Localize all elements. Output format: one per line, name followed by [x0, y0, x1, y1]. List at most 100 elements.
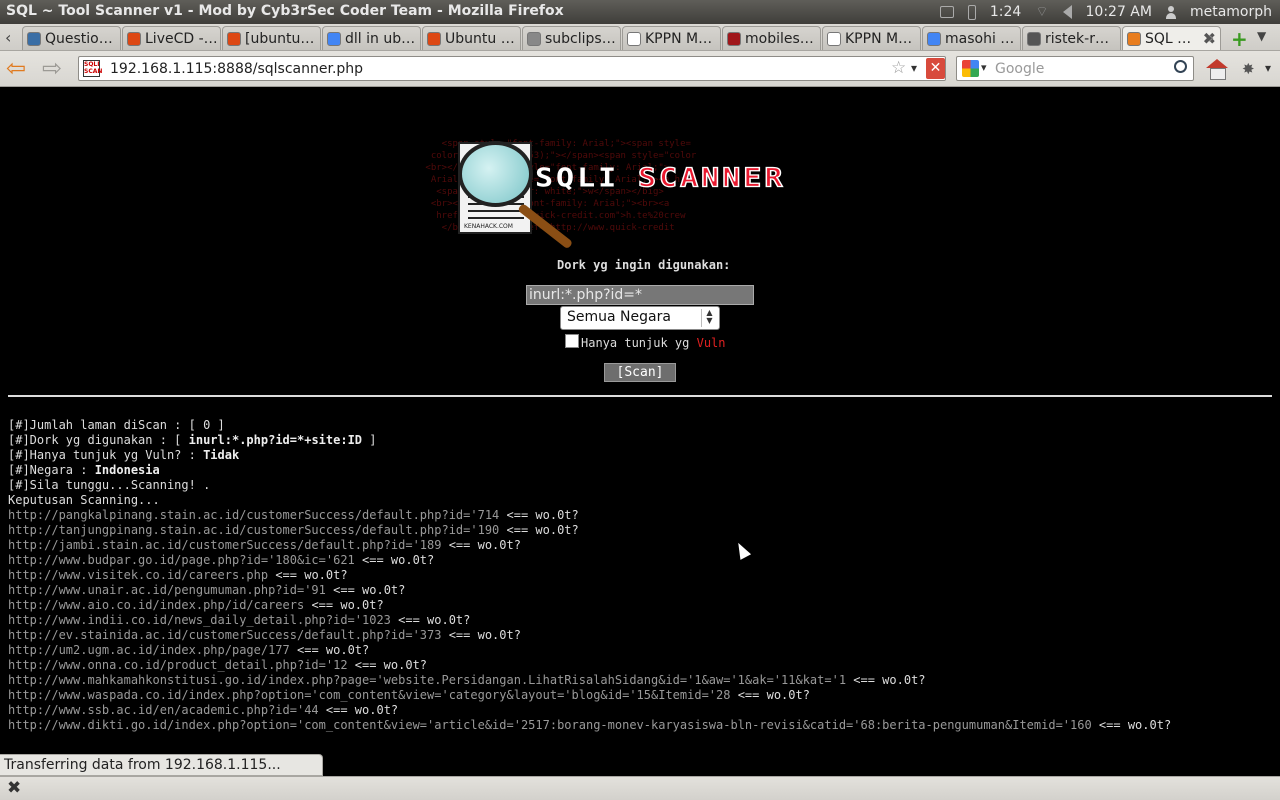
logo-word-scanner: SCANNER: [637, 163, 786, 194]
toolbar-menu-chevron-icon[interactable]: ▾: [1265, 61, 1271, 75]
dork-input[interactable]: [526, 285, 754, 305]
result-url[interactable]: http://www.ssb.ac.id/en/academic.php?id=…: [8, 703, 319, 717]
url-bar[interactable]: SQLI SCAN 192.168.1.115:8888/sqlscanner.…: [78, 56, 946, 81]
tab-scroll-right-icon[interactable]: ›: [1208, 28, 1214, 47]
result-url[interactable]: http://www.visitek.co.id/careers.php: [8, 568, 268, 582]
tab-label: KPPN M…: [845, 30, 913, 47]
close-addon-bar-icon[interactable]: ✖: [7, 778, 21, 798]
tab-favicon-icon: [27, 31, 41, 46]
summary-pages: [#]Jumlah laman diScan : [ 0 ]: [8, 418, 225, 432]
new-tab-icon[interactable]: +: [1231, 27, 1248, 51]
status-bar: Transferring data from 192.168.1.115...: [0, 754, 323, 776]
tab-favicon-icon: [827, 31, 841, 46]
tab-scroll-left-icon[interactable]: ‹: [5, 28, 11, 47]
user-name[interactable]: metamorph: [1190, 4, 1272, 20]
volume-icon[interactable]: [1062, 5, 1072, 19]
result-row: http://tanjungpinang.stain.ac.id/custome…: [8, 523, 1171, 538]
google-engine-icon[interactable]: [962, 60, 979, 77]
tab-favicon-icon: [127, 31, 141, 46]
summary-wait: [#]Sila tunggu...Scanning! .: [8, 478, 211, 492]
tab-2[interactable]: [ubuntu…: [222, 26, 321, 50]
result-url[interactable]: http://www.unair.ac.id/pengumuman.php?id…: [8, 583, 326, 597]
tab-label: KPPN M…: [645, 30, 713, 47]
result-url[interactable]: http://jambi.stain.ac.id/customerSuccess…: [8, 538, 441, 552]
tab-favicon-icon: [927, 31, 941, 46]
url-text[interactable]: 192.168.1.115:8888/sqlscanner.php: [110, 61, 363, 77]
summary-dork-prefix: [#]Dork yg digunakan : [: [8, 433, 189, 447]
tab-7[interactable]: mobiles…: [722, 26, 821, 50]
mail-icon[interactable]: [939, 6, 954, 18]
tab-11[interactable]: SQL … ✖: [1122, 26, 1221, 50]
tab-5[interactable]: subclips…: [522, 26, 621, 50]
tab-8[interactable]: KPPN M…: [822, 26, 921, 50]
search-icon[interactable]: [1174, 60, 1187, 73]
result-url[interactable]: http://ev.stainida.ac.id/customerSuccess…: [8, 628, 441, 642]
result-row: http://pangkalpinang.stain.ac.id/custome…: [8, 508, 1171, 523]
result-url[interactable]: http://www.dikti.go.id/index.php?option=…: [8, 718, 1092, 732]
tab-label: Ubuntu …: [445, 30, 515, 47]
result-row: http://www.dikti.go.id/index.php?option=…: [8, 718, 1171, 733]
result-url[interactable]: http://tanjungpinang.stain.ac.id/custome…: [8, 523, 499, 537]
stop-icon[interactable]: ✕: [926, 58, 945, 79]
result-url[interactable]: http://www.onna.co.id/product_detail.php…: [8, 658, 348, 672]
battery-icon[interactable]: [967, 4, 976, 20]
result-marker: <== wo.0t?: [268, 568, 348, 582]
summary-country-value: Indonesia: [94, 463, 160, 477]
result-marker: <== wo.0t?: [347, 658, 428, 672]
clock[interactable]: 10:27 AM: [1086, 4, 1152, 20]
tab-favicon-icon: [427, 31, 441, 46]
tab-6[interactable]: KPPN M…: [622, 26, 721, 50]
addon-icon[interactable]: ✸: [1242, 60, 1255, 78]
tab-10[interactable]: ristek-r…: [1022, 26, 1121, 50]
home-icon[interactable]: [1206, 59, 1228, 80]
result-row: http://www.unair.ac.id/pengumuman.php?id…: [8, 583, 1171, 598]
result-marker: <== wo.0t?: [304, 598, 384, 612]
result-row: http://www.ssb.ac.id/en/academic.php?id=…: [8, 703, 1171, 718]
magnifier-icon: [458, 141, 533, 207]
result-url[interactable]: http://pangkalpinang.stain.ac.id/custome…: [8, 508, 499, 522]
tab-bar: ‹ Questio… LiveCD -… [ubuntu… dll in ub… Ubu…: [0, 24, 1280, 51]
tab-label: Questio…: [45, 30, 113, 47]
tab-4[interactable]: Ubuntu …: [422, 26, 521, 50]
result-row: http://jambi.stain.ac.id/customerSuccess…: [8, 538, 1171, 553]
tab-0[interactable]: Questio…: [22, 26, 121, 50]
tab-strip: Questio… LiveCD -… [ubuntu… dll in ub… Ubunt…: [22, 26, 1222, 50]
country-select[interactable]: Semua Negara ▲ ▼: [560, 306, 720, 330]
result-marker: <== wo.0t?: [354, 553, 435, 567]
result-row: http://www.mahkamahkonstitusi.go.id/inde…: [8, 673, 1171, 688]
summary-country-prefix: [#]Negara :: [8, 463, 95, 477]
tab-9[interactable]: masohi …: [922, 26, 1021, 50]
result-row: http://ev.stainida.ac.id/customerSuccess…: [8, 628, 1171, 643]
tab-favicon-icon: [227, 31, 241, 46]
vuln-only-label: Hanya tunjuk yg Vuln: [581, 336, 726, 350]
result-row: http://www.waspada.co.id/index.php?optio…: [8, 688, 1171, 703]
back-arrow-icon[interactable]: ⇦: [6, 56, 26, 80]
wifi-icon[interactable]: ⌔: [1035, 3, 1048, 21]
bookmark-star-icon[interactable]: ☆: [891, 58, 906, 78]
tab-3[interactable]: dll in ub…: [322, 26, 421, 50]
summary-dork-suffix: ]: [362, 433, 377, 447]
tab-label: mobiles…: [745, 30, 814, 47]
scan-button[interactable]: [Scan]: [604, 363, 676, 382]
country-select-value: Semua Negara: [567, 309, 671, 325]
tab-label: dll in ub…: [345, 30, 416, 47]
list-all-tabs-icon[interactable]: ▼: [1257, 29, 1266, 43]
result-url[interactable]: http://um2.ugm.ac.id/index.php/page/177: [8, 643, 290, 657]
result-url[interactable]: http://www.mahkamahkonstitusi.go.id/inde…: [8, 673, 846, 687]
tab-1[interactable]: LiveCD -…: [122, 26, 221, 50]
summary-country: [#]Negara : Indonesia: [8, 463, 1171, 478]
forward-arrow-icon[interactable]: ⇨: [42, 56, 62, 80]
result-url[interactable]: http://www.waspada.co.id/index.php?optio…: [8, 688, 730, 702]
vuln-only-checkbox[interactable]: [565, 334, 579, 348]
search-placeholder[interactable]: Google: [995, 61, 1044, 77]
divider: [8, 395, 1272, 397]
result-url[interactable]: http://www.aio.co.id/index.php/id/career…: [8, 598, 304, 612]
result-url[interactable]: http://www.indii.co.id/news_daily_detail…: [8, 613, 391, 627]
result-marker: <== wo.0t?: [730, 688, 810, 702]
search-bar[interactable]: ▾ Google: [956, 56, 1194, 81]
result-url[interactable]: http://www.budpar.go.id/page.php?id='180…: [8, 553, 355, 567]
tab-favicon-icon: [1027, 31, 1041, 46]
vuln-word: Vuln: [696, 336, 726, 350]
url-history-dropdown-icon[interactable]: ▾: [911, 61, 917, 75]
engine-dropdown-icon[interactable]: ▾: [981, 61, 987, 74]
